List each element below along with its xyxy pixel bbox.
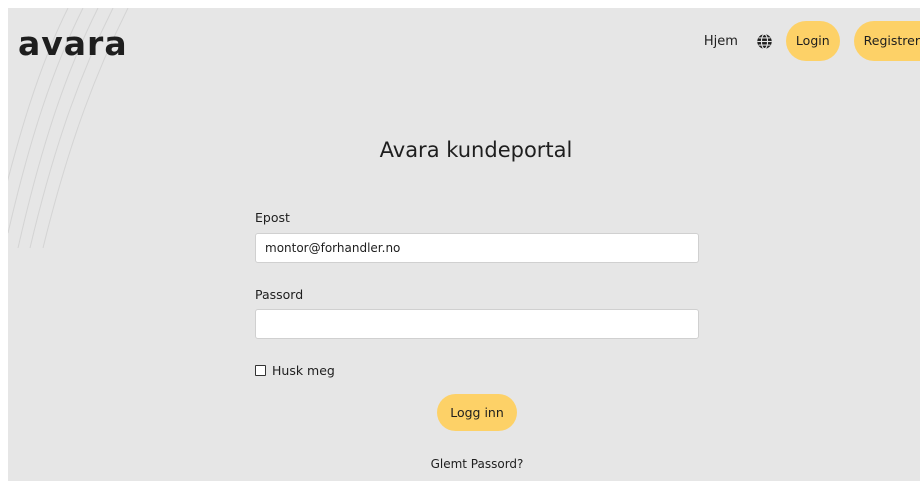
nav-home-link[interactable]: Hjem	[704, 34, 738, 49]
email-field[interactable]	[255, 233, 699, 263]
password-field[interactable]	[255, 309, 699, 339]
register-button[interactable]: Registrer	[853, 21, 920, 61]
login-button[interactable]: Login	[785, 21, 840, 61]
top-nav: Hjem Login Registrer	[704, 21, 920, 61]
password-label: Passord	[255, 287, 304, 302]
avara-logo[interactable]: avara	[18, 24, 128, 64]
remember-checkbox[interactable]	[255, 365, 266, 376]
remember-me[interactable]: Husk meg	[255, 363, 335, 378]
globe-icon[interactable]	[756, 32, 774, 50]
page-title: Avara kundeportal	[379, 138, 573, 162]
login-page: avara Hjem Login Registrer Avara kundepo…	[8, 8, 920, 481]
email-label: Epost	[255, 210, 290, 225]
login-submit-button[interactable]: Logg inn	[437, 394, 517, 431]
remember-label[interactable]: Husk meg	[272, 363, 335, 378]
forgot-password-link[interactable]: Glemt Passord?	[8, 457, 920, 471]
